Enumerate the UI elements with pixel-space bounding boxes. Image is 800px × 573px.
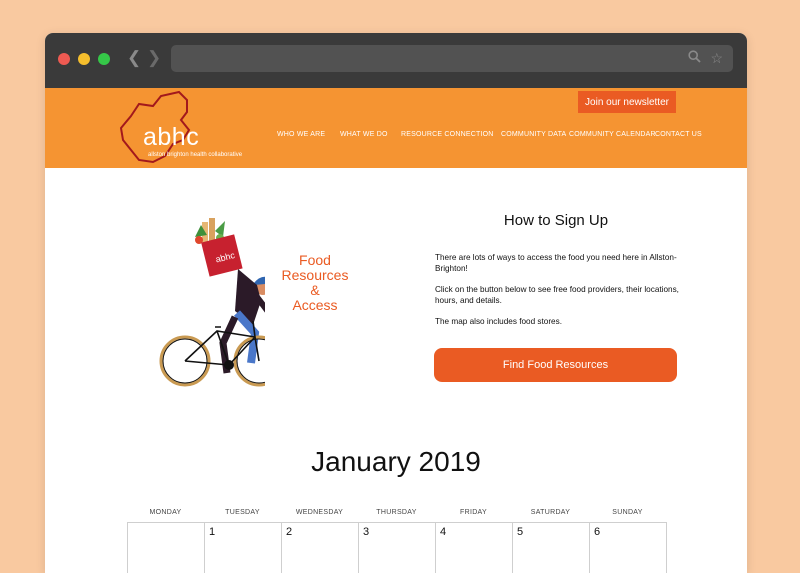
back-arrow-icon[interactable]: ❮ — [127, 48, 141, 68]
find-food-resources-button[interactable]: Find Food Resources — [434, 348, 677, 382]
calendar-grid: 1 2 3 4 5 6 — [127, 522, 667, 573]
minimize-window-button[interactable] — [78, 53, 90, 65]
food-resources-heading: Food Resources & Access — [270, 253, 360, 313]
weekday-tuesday: TUESDAY — [225, 509, 260, 516]
browser-chrome: ❮ ❯ ☆ — [45, 33, 747, 88]
maximize-window-button[interactable] — [98, 53, 110, 65]
signup-paragraph-1: There are lots of ways to access the foo… — [435, 253, 677, 273]
nav-contact-us[interactable]: CONTACT US — [655, 131, 702, 138]
weekday-friday: FRIDAY — [460, 509, 487, 516]
logo-tagline: allston brighton health collaborative — [148, 152, 243, 158]
calendar-month-title: January 2019 — [311, 446, 481, 477]
signup-heading: How to Sign Up — [503, 212, 609, 229]
food-title-line-4: Access — [292, 297, 338, 313]
logo-wordmark: abhc — [143, 123, 200, 151]
calendar-day-cell[interactable]: 5 — [513, 523, 590, 573]
weekday-wednesday: WEDNESDAY — [295, 509, 344, 516]
close-window-button[interactable] — [58, 53, 70, 65]
browser-window: ❮ ❯ ☆ abhc allston brighton health colla… — [45, 33, 747, 573]
weekday-thursday: THURSDAY — [376, 509, 417, 516]
food-title-line-3: & — [310, 282, 320, 298]
weekday-saturday: SATURDAY — [530, 509, 571, 516]
calendar-day-cell[interactable]: 1 — [205, 523, 282, 573]
calendar-day-cell[interactable]: 6 — [590, 523, 667, 573]
signup-paragraph-2: Click on the button below to see free fo… — [435, 285, 679, 305]
food-title-line-2: Resources — [281, 267, 349, 283]
nav-who-we-are[interactable]: WHO WE ARE — [277, 131, 325, 138]
nav-community-data[interactable]: COMMUNITY DATA — [501, 131, 566, 138]
site-logo[interactable]: abhc allston brighton health collaborati… — [117, 90, 252, 164]
newsletter-button[interactable]: Join our newsletter — [578, 91, 676, 113]
cyclist-illustration: abhc — [159, 218, 265, 387]
search-icon[interactable] — [688, 50, 701, 66]
weekday-monday: MONDAY — [149, 509, 182, 516]
nav-resource-connection[interactable]: RESOURCE CONNECTION — [401, 131, 493, 138]
star-icon[interactable]: ☆ — [710, 50, 723, 67]
calendar-day-cell[interactable]: 2 — [282, 523, 359, 573]
signup-paragraph-3: The map also includes food stores. — [435, 317, 562, 326]
calendar-day-cell[interactable]: 3 — [359, 523, 436, 573]
nav-what-we-do[interactable]: WHAT WE DO — [340, 131, 388, 138]
site-header: abhc allston brighton health collaborati… — [45, 88, 747, 168]
calendar-day-cell[interactable]: 4 — [436, 523, 513, 573]
address-bar[interactable]: ☆ — [171, 45, 733, 72]
nav-community-calendar[interactable]: COMMUNITY CALENDAR — [569, 131, 656, 138]
forward-arrow-icon[interactable]: ❯ — [147, 48, 161, 68]
food-title-line-1: Food — [299, 252, 331, 268]
calendar-day-cell[interactable] — [128, 523, 205, 573]
weekday-sunday: SUNDAY — [612, 509, 643, 516]
